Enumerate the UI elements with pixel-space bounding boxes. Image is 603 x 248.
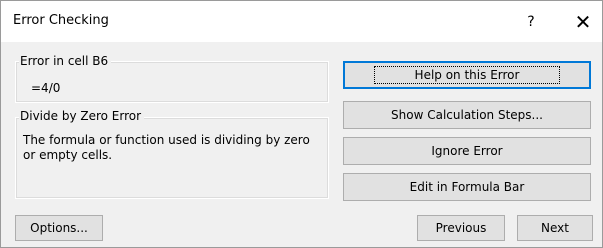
help-icon[interactable]: ? xyxy=(519,10,543,34)
next-button[interactable]: Next xyxy=(517,215,593,241)
show-calculation-steps-button[interactable]: Show Calculation Steps... xyxy=(343,101,591,129)
edit-in-formula-bar-button[interactable]: Edit in Formula Bar xyxy=(343,173,591,201)
ignore-error-button[interactable]: Ignore Error xyxy=(343,137,591,165)
help-on-error-label: Help on this Error xyxy=(373,66,561,84)
close-icon[interactable]: ✕ xyxy=(569,8,597,36)
error-checking-dialog: Error Checking ? ✕ Error in cell B6 =4/0… xyxy=(0,0,603,248)
help-on-error-button[interactable]: Help on this Error xyxy=(343,61,591,89)
error-type-label: Divide by Zero Error xyxy=(19,109,145,123)
title-bar: Error Checking ? ✕ xyxy=(1,1,602,42)
error-cell-label: Error in cell B6 xyxy=(19,54,112,68)
options-button[interactable]: Options... xyxy=(15,215,103,241)
dialog-title: Error Checking xyxy=(13,13,109,28)
previous-button[interactable]: Previous xyxy=(417,215,505,241)
error-formula: =4/0 xyxy=(31,81,61,95)
error-description: The formula or function used is dividing… xyxy=(23,133,310,162)
